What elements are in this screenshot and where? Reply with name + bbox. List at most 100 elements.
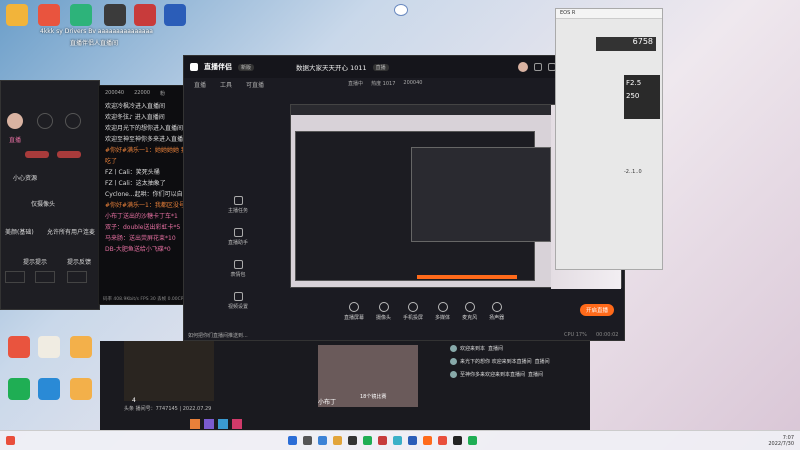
folder-icon[interactable] (333, 436, 342, 445)
list-item: 至神你多来欢迎来到本直播间 直播间 (450, 371, 585, 378)
readout-exposure: -2..1..0 (624, 169, 642, 175)
word-icon[interactable] (408, 436, 417, 445)
input-box-2[interactable] (35, 271, 55, 283)
tool-emoji[interactable]: 表情包 (228, 260, 248, 278)
app-icon[interactable] (318, 436, 327, 445)
left-label-1: 直播 (9, 137, 22, 144)
gift-icon[interactable] (218, 419, 228, 429)
app-icon[interactable] (134, 4, 156, 26)
clock[interactable]: 7:07 2022/7/30 (768, 435, 794, 447)
gift-icon[interactable] (204, 419, 214, 429)
avatar (450, 371, 457, 378)
tool-speaker[interactable]: 扬声器 (489, 302, 504, 321)
camera-window-title: EOS R (556, 9, 662, 19)
bottom-toolbar: 直播屏幕 摄像头 手机投屏 多媒体 麦克风 扬声器 (344, 302, 504, 321)
app-icon[interactable] (70, 378, 92, 400)
comment-text: 欢迎来到本 (460, 346, 486, 352)
avatar (450, 358, 457, 365)
input-box-3[interactable] (67, 271, 87, 283)
obs-icon[interactable] (104, 4, 126, 26)
option-beauty[interactable]: 美颜(基础) (5, 227, 34, 236)
mascot-icon[interactable] (394, 4, 408, 16)
app-icon[interactable] (363, 436, 372, 445)
app-icon[interactable] (38, 4, 60, 26)
readout-1: 6758 (596, 37, 656, 51)
windows-start-icon[interactable] (288, 436, 297, 445)
app-icon[interactable] (38, 378, 60, 400)
readout-shutter: 250 (626, 92, 640, 100)
stat-live: 直播中 (348, 81, 364, 87)
red-button-2[interactable] (57, 151, 81, 158)
gift-icon[interactable] (190, 419, 200, 429)
avatar (7, 113, 23, 129)
option-feedback[interactable]: 提示反馈 (67, 257, 91, 266)
avatar (450, 345, 457, 352)
bottom-hint[interactable]: 如何把你们直播间推送到... (188, 332, 248, 339)
stream-title[interactable]: 数据大家天天开心 1011 (296, 62, 367, 72)
obs-icon[interactable] (453, 436, 462, 445)
desktop-overlay-text-2: 直播伴侣人直播间 (70, 40, 119, 47)
app-icon[interactable] (348, 436, 357, 445)
app-icon[interactable] (423, 436, 432, 445)
app-icon[interactable] (378, 436, 387, 445)
comment-name: 直播间 (488, 346, 504, 352)
readout-aperture: F2.5 (626, 79, 642, 87)
start-live-button[interactable]: 开启直播 (580, 304, 615, 316)
side-tools: 主播任务 直播助手 表情包 视频设置 (228, 196, 248, 310)
avatar[interactable] (517, 62, 528, 72)
chat-stat-viewers: 200040 (105, 90, 125, 96)
nested-window-2 (411, 147, 551, 242)
search-icon[interactable] (303, 436, 312, 445)
app-icon[interactable] (6, 436, 15, 445)
comment-text: 来光下的想你 欢迎来到本直播间 (460, 359, 532, 365)
overlay-label: 18个镜比赛 (360, 394, 387, 400)
red-button[interactable] (25, 151, 49, 158)
tool-camera[interactable]: 摄像头 (376, 302, 391, 321)
tool-assistant[interactable]: 直播助手 (228, 228, 248, 246)
app-icon[interactable] (8, 336, 30, 358)
mic-icon (464, 302, 475, 312)
camera-utility-window: EOS R 6758 F2.5 250 -2..1..0 (555, 8, 663, 270)
assistant-icon (233, 228, 243, 237)
app-icon[interactable] (393, 436, 402, 445)
filter-icon (65, 113, 81, 129)
word-icon[interactable] (164, 4, 186, 26)
tool-mic[interactable]: 麦克风 (462, 302, 477, 321)
chat-stat-fans: 粉 (160, 91, 166, 97)
tab-live[interactable]: 直播 (194, 80, 206, 89)
media-icon (437, 302, 448, 312)
option-camera-only[interactable]: 仅摄像头 (31, 199, 55, 208)
streamer-name: 小布丁 (318, 399, 337, 406)
status-timer: 00:00:02 (596, 332, 619, 338)
tool-phone[interactable]: 手机投屏 (403, 302, 423, 321)
tool-video[interactable]: 视频设置 (228, 292, 248, 310)
list-item: 来光下的想你 欢迎来到本直播间 直播间 (450, 358, 585, 365)
app-icon[interactable] (70, 4, 92, 26)
camera-icon (37, 113, 53, 129)
option-allow-mic[interactable]: 允许所有用户连麦 (47, 227, 95, 236)
tool-media[interactable]: 多媒体 (435, 302, 450, 321)
app-icon[interactable] (438, 436, 447, 445)
emoji-icon (233, 260, 243, 269)
tab-available[interactable]: 可直播 (246, 80, 264, 89)
video-thumb (124, 341, 214, 401)
input-box[interactable] (5, 271, 25, 283)
wechat-icon[interactable] (468, 436, 477, 445)
gift-icon[interactable] (533, 63, 542, 71)
desktop-overlay-text: 4kkk sy Drivers Bv aaaaaaaaaaaaaaa (40, 28, 153, 35)
folder-icon[interactable] (6, 4, 28, 26)
tool-screen[interactable]: 直播屏幕 (344, 302, 364, 321)
gift-icon[interactable] (232, 419, 242, 429)
app-icon[interactable] (38, 336, 60, 358)
tab-tools[interactable]: 工具 (220, 80, 232, 89)
taskbar: 7:07 2022/7/30 (0, 430, 800, 450)
app-icon[interactable] (70, 336, 92, 358)
tool-tasks[interactable]: 主播任务 (228, 196, 248, 214)
wechat-icon[interactable] (8, 378, 30, 400)
chat-stat-likes: 22000 (134, 90, 150, 96)
option-tip[interactable]: 提示提示 (23, 257, 47, 266)
screen-icon (349, 302, 359, 312)
comment-name: 直播间 (528, 372, 544, 378)
app-name: 直播伴侣 (204, 63, 232, 71)
taskbar-apps (285, 436, 480, 445)
